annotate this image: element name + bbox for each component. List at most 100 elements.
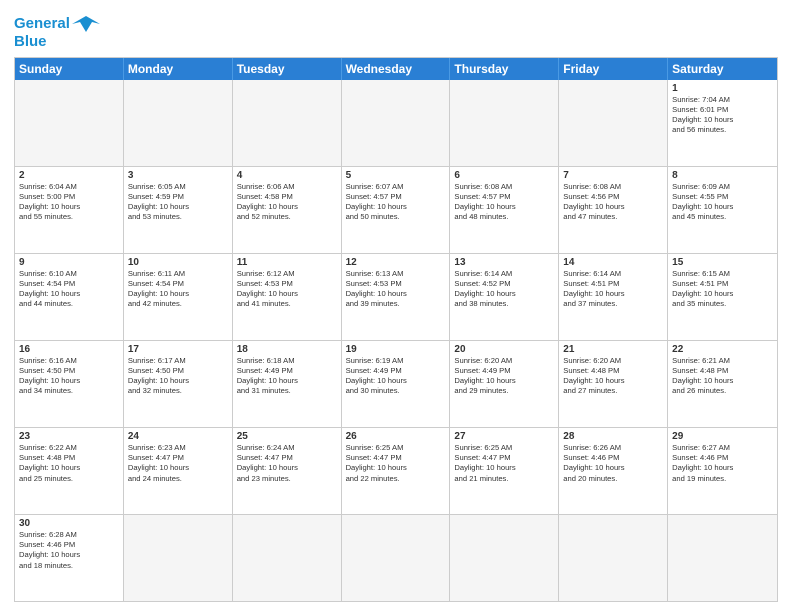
logo-bird-icon xyxy=(72,14,100,34)
day-info: Sunrise: 6:27 AM Sunset: 4:46 PM Dayligh… xyxy=(672,443,773,484)
calendar-cell xyxy=(450,515,559,601)
day-number: 9 xyxy=(19,257,119,268)
day-info: Sunrise: 6:20 AM Sunset: 4:48 PM Dayligh… xyxy=(563,356,663,397)
day-number: 16 xyxy=(19,344,119,355)
day-info: Sunrise: 6:17 AM Sunset: 4:50 PM Dayligh… xyxy=(128,356,228,397)
calendar-cell: 5Sunrise: 6:07 AM Sunset: 4:57 PM Daylig… xyxy=(342,167,451,253)
day-info: Sunrise: 6:05 AM Sunset: 4:59 PM Dayligh… xyxy=(128,182,228,223)
day-number: 30 xyxy=(19,518,119,529)
calendar-cell: 8Sunrise: 6:09 AM Sunset: 4:55 PM Daylig… xyxy=(668,167,777,253)
day-info: Sunrise: 6:18 AM Sunset: 4:49 PM Dayligh… xyxy=(237,356,337,397)
calendar-cell: 17Sunrise: 6:17 AM Sunset: 4:50 PM Dayli… xyxy=(124,341,233,427)
day-number: 19 xyxy=(346,344,446,355)
calendar-cell: 10Sunrise: 6:11 AM Sunset: 4:54 PM Dayli… xyxy=(124,254,233,340)
day-number: 1 xyxy=(672,83,773,94)
calendar-cell: 21Sunrise: 6:20 AM Sunset: 4:48 PM Dayli… xyxy=(559,341,668,427)
day-number: 4 xyxy=(237,170,337,181)
day-info: Sunrise: 6:09 AM Sunset: 4:55 PM Dayligh… xyxy=(672,182,773,223)
day-number: 7 xyxy=(563,170,663,181)
calendar-cell: 9Sunrise: 6:10 AM Sunset: 4:54 PM Daylig… xyxy=(15,254,124,340)
calendar-row: 9Sunrise: 6:10 AM Sunset: 4:54 PM Daylig… xyxy=(15,254,777,341)
calendar-cell: 30Sunrise: 6:28 AM Sunset: 4:46 PM Dayli… xyxy=(15,515,124,601)
calendar-cell: 28Sunrise: 6:26 AM Sunset: 4:46 PM Dayli… xyxy=(559,428,668,514)
calendar-cell: 7Sunrise: 6:08 AM Sunset: 4:56 PM Daylig… xyxy=(559,167,668,253)
day-number: 11 xyxy=(237,257,337,268)
day-info: Sunrise: 6:13 AM Sunset: 4:53 PM Dayligh… xyxy=(346,269,446,310)
calendar-row: 23Sunrise: 6:22 AM Sunset: 4:48 PM Dayli… xyxy=(15,428,777,515)
calendar-cell: 22Sunrise: 6:21 AM Sunset: 4:48 PM Dayli… xyxy=(668,341,777,427)
calendar-header-cell: Thursday xyxy=(450,58,559,80)
day-info: Sunrise: 6:28 AM Sunset: 4:46 PM Dayligh… xyxy=(19,530,119,571)
calendar-row: 2Sunrise: 6:04 AM Sunset: 5:00 PM Daylig… xyxy=(15,167,777,254)
calendar-cell xyxy=(342,515,451,601)
day-info: Sunrise: 6:04 AM Sunset: 5:00 PM Dayligh… xyxy=(19,182,119,223)
header: General Blue xyxy=(14,10,778,51)
calendar-cell: 27Sunrise: 6:25 AM Sunset: 4:47 PM Dayli… xyxy=(450,428,559,514)
calendar: SundayMondayTuesdayWednesdayThursdayFrid… xyxy=(14,57,778,603)
calendar-cell: 14Sunrise: 6:14 AM Sunset: 4:51 PM Dayli… xyxy=(559,254,668,340)
calendar-header-cell: Tuesday xyxy=(233,58,342,80)
calendar-cell: 6Sunrise: 6:08 AM Sunset: 4:57 PM Daylig… xyxy=(450,167,559,253)
day-info: Sunrise: 6:23 AM Sunset: 4:47 PM Dayligh… xyxy=(128,443,228,484)
day-number: 15 xyxy=(672,257,773,268)
calendar-header-cell: Wednesday xyxy=(342,58,451,80)
calendar-cell xyxy=(233,80,342,166)
day-number: 21 xyxy=(563,344,663,355)
day-number: 8 xyxy=(672,170,773,181)
day-number: 22 xyxy=(672,344,773,355)
day-number: 10 xyxy=(128,257,228,268)
calendar-header-cell: Sunday xyxy=(15,58,124,80)
day-info: Sunrise: 6:08 AM Sunset: 4:57 PM Dayligh… xyxy=(454,182,554,223)
calendar-cell: 12Sunrise: 6:13 AM Sunset: 4:53 PM Dayli… xyxy=(342,254,451,340)
day-number: 5 xyxy=(346,170,446,181)
calendar-cell xyxy=(559,80,668,166)
calendar-cell: 26Sunrise: 6:25 AM Sunset: 4:47 PM Dayli… xyxy=(342,428,451,514)
day-info: Sunrise: 6:15 AM Sunset: 4:51 PM Dayligh… xyxy=(672,269,773,310)
day-info: Sunrise: 6:06 AM Sunset: 4:58 PM Dayligh… xyxy=(237,182,337,223)
day-number: 23 xyxy=(19,431,119,442)
calendar-header-row: SundayMondayTuesdayWednesdayThursdayFrid… xyxy=(15,58,777,80)
day-info: Sunrise: 6:25 AM Sunset: 4:47 PM Dayligh… xyxy=(346,443,446,484)
calendar-cell xyxy=(233,515,342,601)
day-number: 29 xyxy=(672,431,773,442)
day-info: Sunrise: 6:26 AM Sunset: 4:46 PM Dayligh… xyxy=(563,443,663,484)
day-number: 14 xyxy=(563,257,663,268)
calendar-cell: 13Sunrise: 6:14 AM Sunset: 4:52 PM Dayli… xyxy=(450,254,559,340)
calendar-cell: 16Sunrise: 6:16 AM Sunset: 4:50 PM Dayli… xyxy=(15,341,124,427)
calendar-row: 1Sunrise: 7:04 AM Sunset: 6:01 PM Daylig… xyxy=(15,80,777,167)
day-info: Sunrise: 6:10 AM Sunset: 4:54 PM Dayligh… xyxy=(19,269,119,310)
calendar-cell xyxy=(668,515,777,601)
calendar-cell xyxy=(15,80,124,166)
logo-blue: Blue xyxy=(14,34,47,51)
calendar-cell: 29Sunrise: 6:27 AM Sunset: 4:46 PM Dayli… xyxy=(668,428,777,514)
day-info: Sunrise: 6:22 AM Sunset: 4:48 PM Dayligh… xyxy=(19,443,119,484)
calendar-cell xyxy=(559,515,668,601)
calendar-cell: 23Sunrise: 6:22 AM Sunset: 4:48 PM Dayli… xyxy=(15,428,124,514)
logo: General Blue xyxy=(14,14,100,51)
day-number: 28 xyxy=(563,431,663,442)
day-info: Sunrise: 6:24 AM Sunset: 4:47 PM Dayligh… xyxy=(237,443,337,484)
day-info: Sunrise: 6:20 AM Sunset: 4:49 PM Dayligh… xyxy=(454,356,554,397)
calendar-cell: 24Sunrise: 6:23 AM Sunset: 4:47 PM Dayli… xyxy=(124,428,233,514)
calendar-row: 16Sunrise: 6:16 AM Sunset: 4:50 PM Dayli… xyxy=(15,341,777,428)
day-number: 26 xyxy=(346,431,446,442)
calendar-cell: 25Sunrise: 6:24 AM Sunset: 4:47 PM Dayli… xyxy=(233,428,342,514)
calendar-cell: 2Sunrise: 6:04 AM Sunset: 5:00 PM Daylig… xyxy=(15,167,124,253)
day-info: Sunrise: 6:12 AM Sunset: 4:53 PM Dayligh… xyxy=(237,269,337,310)
calendar-cell xyxy=(342,80,451,166)
calendar-cell xyxy=(124,515,233,601)
calendar-header-cell: Saturday xyxy=(668,58,777,80)
day-info: Sunrise: 7:04 AM Sunset: 6:01 PM Dayligh… xyxy=(672,95,773,136)
day-number: 3 xyxy=(128,170,228,181)
calendar-cell: 20Sunrise: 6:20 AM Sunset: 4:49 PM Dayli… xyxy=(450,341,559,427)
day-info: Sunrise: 6:07 AM Sunset: 4:57 PM Dayligh… xyxy=(346,182,446,223)
calendar-cell: 4Sunrise: 6:06 AM Sunset: 4:58 PM Daylig… xyxy=(233,167,342,253)
calendar-header-cell: Friday xyxy=(559,58,668,80)
day-number: 27 xyxy=(454,431,554,442)
day-number: 2 xyxy=(19,170,119,181)
day-info: Sunrise: 6:14 AM Sunset: 4:52 PM Dayligh… xyxy=(454,269,554,310)
calendar-cell: 11Sunrise: 6:12 AM Sunset: 4:53 PM Dayli… xyxy=(233,254,342,340)
calendar-cell: 18Sunrise: 6:18 AM Sunset: 4:49 PM Dayli… xyxy=(233,341,342,427)
day-number: 18 xyxy=(237,344,337,355)
day-number: 12 xyxy=(346,257,446,268)
